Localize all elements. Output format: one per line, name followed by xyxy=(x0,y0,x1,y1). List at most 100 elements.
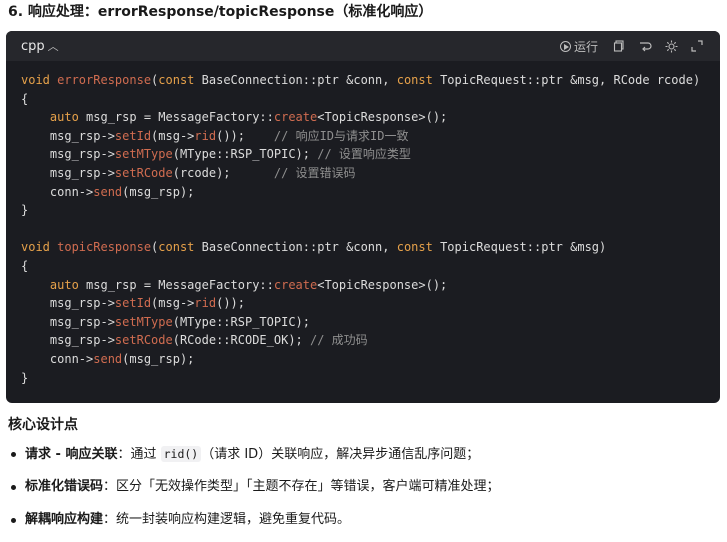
code-token: ()); xyxy=(216,128,274,143)
code-token: msg_rsp = MessageFactory:: xyxy=(86,110,274,125)
bullet-icon xyxy=(11,485,16,490)
code-token: (msg_rsp); xyxy=(122,351,195,366)
code-token: rid xyxy=(194,296,217,311)
code-line: { xyxy=(21,90,710,109)
run-button[interactable]: 运行 xyxy=(559,37,598,55)
code-token: setId xyxy=(114,296,152,311)
code-line: msg_rsp->setRCode(RCode::RCODE_OK); // 成… xyxy=(21,331,710,350)
list-item: 请求 - 响应关联：通过 rid() （请求 ID）关联响应，解决异步通信乱序问题… xyxy=(8,443,721,476)
item-text: ：统一封装响应构建逻辑，避免重复代码。 xyxy=(103,512,351,527)
code-token: TopicRequest::ptr &msg) xyxy=(440,240,607,255)
code-token: // 响应ID与请求ID一致 xyxy=(273,128,409,143)
item-text: （请求 ID）关联响应，解决异步通信乱序问题； xyxy=(201,447,480,462)
code-token: <TopicResponse>(); xyxy=(317,110,448,125)
code-token: ()); xyxy=(216,296,245,311)
code-token: } xyxy=(21,203,29,218)
code-token: setRCode xyxy=(114,165,173,180)
item-term: 解耦响应构建 xyxy=(25,512,104,527)
code-content: void errorResponse(const BaseConnection:… xyxy=(21,71,710,387)
code-token: TopicRequest::ptr &msg, RCode rcode) xyxy=(440,73,701,87)
language-selector[interactable]: cpp ︿ xyxy=(21,38,59,54)
code-token: auto xyxy=(49,110,87,125)
code-token: errorResponse xyxy=(57,73,152,87)
code-line: } xyxy=(21,369,710,388)
code-line: auto msg_rsp = MessageFactory::create<To… xyxy=(21,108,710,127)
code-header: cpp ︿ 运行 xyxy=(6,31,720,61)
code-token: const xyxy=(158,73,202,87)
code-token: topicResponse xyxy=(57,240,152,255)
code-token: create xyxy=(273,277,318,292)
code-token: BaseConnection::ptr &conn, xyxy=(201,240,397,255)
code-line: } xyxy=(21,201,710,220)
code-token: setMType xyxy=(114,314,173,329)
list-item: 标准化错误码：区分「无效操作类型」「主题不存在」等错误，客户端可精准处理； xyxy=(8,476,721,509)
code-token: setRCode xyxy=(114,333,173,348)
code-token: conn-> xyxy=(21,184,94,199)
code-token: conn-> xyxy=(21,351,94,366)
code-line: void topicResponse(const BaseConnection:… xyxy=(21,238,710,257)
code-token: void xyxy=(21,240,58,255)
wrap-icon[interactable] xyxy=(632,37,658,55)
bullet-icon xyxy=(11,518,16,523)
code-token: // 设置错误码 xyxy=(273,165,356,180)
code-token: msg_rsp-> xyxy=(21,128,115,143)
collapse-icon[interactable] xyxy=(684,37,710,55)
code-token: msg_rsp-> xyxy=(21,165,115,180)
code-token: // 成功码 xyxy=(310,333,368,348)
code-line: msg_rsp->setMType(MType::RSP_TOPIC); // … xyxy=(21,145,710,164)
play-circle-icon xyxy=(559,40,571,52)
chevron-up-icon: ︿ xyxy=(47,40,59,53)
code-token: } xyxy=(21,370,29,385)
code-token: create xyxy=(273,110,318,125)
list-item: 解耦响应构建：统一封装响应构建逻辑，避免重复代码。 xyxy=(8,509,721,542)
code-token: send xyxy=(93,184,123,199)
code-token: send xyxy=(93,351,123,366)
code-token: <TopicResponse>(); xyxy=(317,277,448,292)
bullet-icon xyxy=(11,452,16,457)
code-token: msg_rsp-> xyxy=(21,314,115,329)
design-points-heading: 核心设计点 xyxy=(8,417,78,433)
code-token: setMType xyxy=(114,147,173,162)
code-line: auto msg_rsp = MessageFactory::create<To… xyxy=(21,276,710,295)
code-token: (msg-> xyxy=(151,128,195,143)
code-line: void errorResponse(const BaseConnection:… xyxy=(21,71,710,90)
run-label: 运行 xyxy=(573,39,598,54)
code-block: cpp ︿ 运行 void errorResponse(const BaseCon… xyxy=(6,31,720,403)
code-token: msg_rsp-> xyxy=(21,147,115,162)
code-token: // 设置响应类型 xyxy=(317,147,411,162)
section-title: 6. 响应处理：errorResponse/topicResponse（标准化响… xyxy=(8,4,433,20)
code-line: msg_rsp->setMType(MType::RSP_TOPIC); xyxy=(21,313,710,332)
item-term: 标准化错误码 xyxy=(25,479,104,494)
code-token: (MType::RSP_TOPIC); xyxy=(172,314,310,329)
code-line: msg_rsp->setId(msg->rid()); // 响应ID与请求ID… xyxy=(21,127,710,146)
code-token: (MType::RSP_TOPIC); xyxy=(172,147,318,162)
code-token: const xyxy=(396,240,441,255)
code-line: msg_rsp->setId(msg->rid()); xyxy=(21,294,710,313)
code-token: (msg-> xyxy=(151,296,195,311)
code-toolbar: 运行 xyxy=(559,37,710,55)
code-token: (RCode::RCODE_OK); xyxy=(172,333,310,348)
code-token: void xyxy=(21,73,58,87)
code-token: (rcode); xyxy=(172,165,274,180)
code-token: const xyxy=(396,73,441,87)
copy-icon[interactable] xyxy=(606,37,632,55)
code-token: BaseConnection::ptr &conn, xyxy=(201,73,397,87)
code-token: const xyxy=(158,240,202,255)
code-line: { xyxy=(21,257,710,276)
code-token: auto xyxy=(49,277,87,292)
code-token: { xyxy=(21,258,29,273)
code-line: conn->send(msg_rsp); xyxy=(21,183,710,202)
item-term: 请求 - 响应关联 xyxy=(25,447,118,462)
code-line: conn->send(msg_rsp); xyxy=(21,350,710,369)
code-line: msg_rsp->setRCode(rcode); // 设置错误码 xyxy=(21,164,710,183)
theme-icon[interactable] xyxy=(658,37,684,55)
code-token: msg_rsp = MessageFactory:: xyxy=(86,277,274,292)
code-token: msg_rsp-> xyxy=(21,333,115,348)
language-label: cpp xyxy=(21,39,45,54)
design-points-list: 请求 - 响应关联：通过 rid() （请求 ID）关联响应，解决异步通信乱序问题… xyxy=(8,443,721,542)
code-token: msg_rsp-> xyxy=(21,296,115,311)
code-token: rid xyxy=(194,128,217,143)
